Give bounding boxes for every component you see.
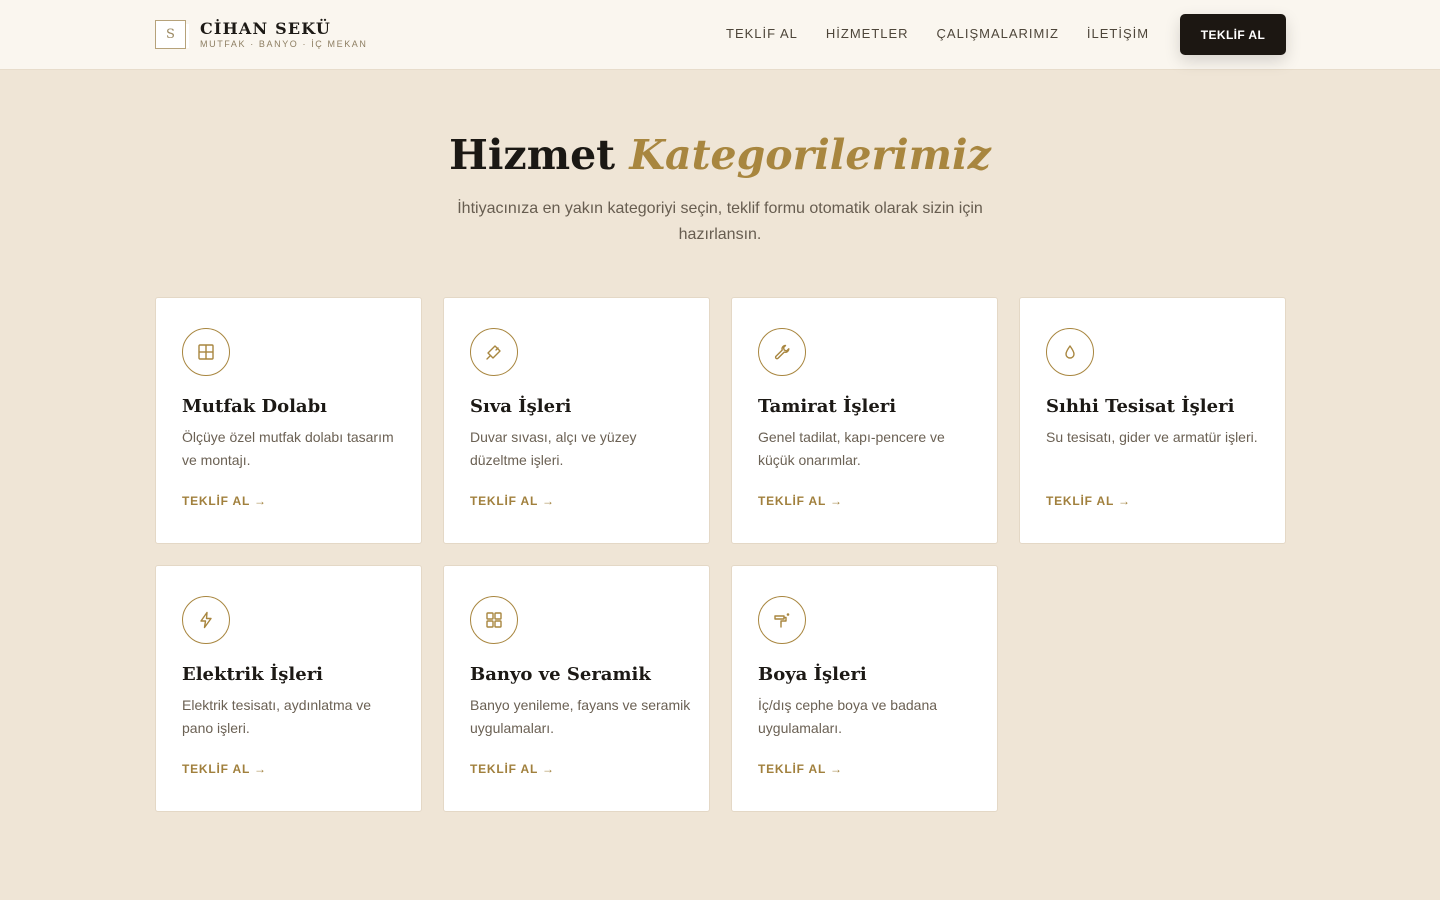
card-title: Boya İşleri — [758, 664, 867, 685]
service-card-mutfak-dolabi[interactable]: Mutfak Dolabı Ölçüye özel mutfak dolabı … — [155, 297, 422, 544]
trowel-icon — [470, 328, 518, 376]
card-quote-link[interactable]: TEKLİF AL → — [470, 494, 555, 508]
tiles-icon — [470, 596, 518, 644]
section-title: Hizmet Kategorilerimiz — [0, 128, 1440, 182]
brand-logo[interactable]: S CİHAN SEKÜ MUTFAK · BANYO · İÇ MEKAN — [155, 19, 368, 50]
water-drop-icon — [1046, 328, 1094, 376]
card-quote-link[interactable]: TEKLİF AL → — [758, 494, 843, 508]
nav-item-hizmetler[interactable]: HİZMETLER — [826, 26, 909, 42]
card-title: Mutfak Dolabı — [182, 396, 328, 417]
card-title: Banyo ve Seramik — [470, 664, 651, 685]
brand-monogram-icon: S — [155, 20, 189, 49]
brand-text: CİHAN SEKÜ MUTFAK · BANYO · İÇ MEKAN — [200, 19, 368, 50]
service-card-siva-isleri[interactable]: Sıva İşleri Duvar sıvası, alçı ve yüzey … — [443, 297, 710, 544]
site-header: S CİHAN SEKÜ MUTFAK · BANYO · İÇ MEKAN T… — [0, 0, 1440, 70]
card-title: Elektrik İşleri — [182, 664, 324, 685]
card-description: Genel tadilat, kapı-pencere ve küçük ona… — [758, 429, 945, 468]
card-quote-link[interactable]: TEKLİF AL → — [182, 494, 267, 508]
card-title: Sıhhi Tesisat İşleri — [1046, 396, 1235, 417]
section-subtitle: İhtiyacınıza en yakın kategoriyi seçin, … — [457, 200, 983, 243]
card-description: Ölçüye özel mutfak dolabı tasarım ve mon… — [182, 429, 394, 468]
lightning-icon — [182, 596, 230, 644]
card-quote-link[interactable]: TEKLİF AL → — [1046, 494, 1131, 508]
card-quote-link[interactable]: TEKLİF AL → — [182, 762, 267, 776]
card-description: Duvar sıvası, alçı ve yüzey düzeltme işl… — [470, 429, 637, 468]
section-title-accent: Kategorilerimiz — [629, 131, 991, 179]
card-quote-link[interactable]: TEKLİF AL → — [758, 762, 843, 776]
wrench-icon — [758, 328, 806, 376]
card-description: Banyo yenileme, fayans ve seramik uygula… — [470, 697, 691, 736]
section-title-main: Hizmet — [449, 131, 616, 179]
header-cta-button[interactable]: TEKLİF AL — [1180, 14, 1286, 55]
card-title: Sıva İşleri — [470, 396, 572, 417]
card-description: Elektrik tesisatı, aydınlatma ve pano iş… — [182, 697, 372, 736]
service-card-banyo-seramik[interactable]: Banyo ve Seramik Banyo yenileme, fayans … — [443, 565, 710, 812]
brand-tagline: MUTFAK · BANYO · İÇ MEKAN — [200, 39, 368, 49]
service-card-elektrik-isleri[interactable]: Elektrik İşleri Elektrik tesisatı, aydın… — [155, 565, 422, 812]
main-nav: TEKLİF AL HİZMETLER ÇALIŞMALARIMIZ İLETİ… — [726, 26, 1177, 42]
service-card-tamirat-isleri[interactable]: Tamirat İşleri Genel tadilat, kapı-pence… — [731, 297, 998, 544]
card-description: İç/dış cephe boya ve badana uygulamaları… — [758, 697, 938, 736]
service-card-boya-isleri[interactable]: Boya İşleri İç/dış cephe boya ve badana … — [731, 565, 998, 812]
card-title: Tamirat İşleri — [758, 396, 897, 417]
paint-roller-icon — [758, 596, 806, 644]
card-description: Su tesisatı, gider ve armatür işleri. — [1046, 429, 1258, 445]
service-card-sihhi-tesisat[interactable]: Sıhhi Tesisat İşleri Su tesisatı, gider … — [1019, 297, 1286, 544]
nav-item-iletisim[interactable]: İLETİŞİM — [1087, 26, 1149, 42]
nav-item-teklif-al[interactable]: TEKLİF AL — [726, 26, 798, 42]
cabinet-icon — [182, 328, 230, 376]
brand-name: CİHAN SEKÜ — [200, 19, 331, 38]
card-quote-link[interactable]: TEKLİF AL → — [470, 762, 555, 776]
nav-item-calismalarimiz[interactable]: ÇALIŞMALARIMIZ — [937, 26, 1059, 42]
